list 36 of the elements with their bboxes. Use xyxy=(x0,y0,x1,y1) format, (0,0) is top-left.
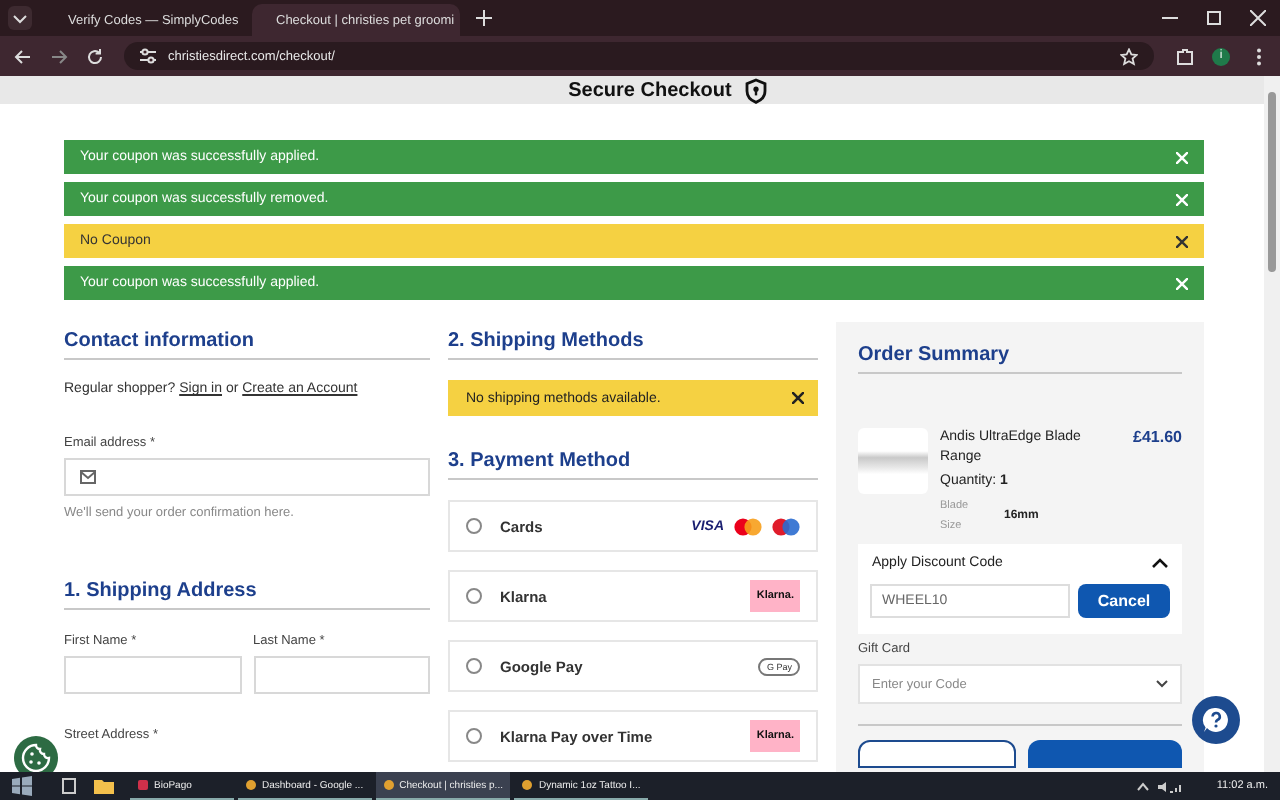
product-image xyxy=(858,428,928,494)
tab-list-icon[interactable] xyxy=(8,6,32,30)
page-title: Secure Checkout xyxy=(566,79,732,101)
last-name-field[interactable] xyxy=(253,656,430,694)
scrollbar[interactable] xyxy=(1264,76,1280,772)
cookie-settings-button[interactable] xyxy=(14,736,58,772)
radio-button[interactable] xyxy=(466,588,482,604)
maestro-logo xyxy=(772,517,800,535)
first-name-field[interactable] xyxy=(64,656,241,694)
section-heading: 3. Payment Method xyxy=(448,450,633,472)
help-button[interactable] xyxy=(1192,696,1240,744)
radio-button[interactable] xyxy=(466,658,482,674)
new-tab-icon[interactable] xyxy=(472,10,496,26)
mastercard-logo xyxy=(734,517,762,535)
radio-button[interactable] xyxy=(466,518,482,534)
site-info-icon[interactable] xyxy=(140,48,156,64)
folder-icon[interactable] xyxy=(94,778,114,794)
task-view-icon[interactable] xyxy=(60,778,78,794)
close-icon[interactable] xyxy=(792,392,804,404)
bookmark-star-icon[interactable] xyxy=(1120,47,1138,65)
radio-button[interactable] xyxy=(466,728,482,744)
chevron-icon xyxy=(1156,680,1168,688)
section-heading: Order Summary xyxy=(858,344,1012,366)
question-icon xyxy=(1202,706,1230,734)
close-icon[interactable] xyxy=(1176,235,1188,247)
section-heading: 2. Shipping Methods xyxy=(448,330,646,352)
section-heading: Contact information xyxy=(64,330,256,352)
email-field[interactable] xyxy=(64,458,430,496)
envelope-icon xyxy=(80,470,96,484)
chevron-icon xyxy=(1152,558,1168,568)
product-price: £41.60 xyxy=(1133,428,1182,450)
start-icon[interactable] xyxy=(12,776,32,796)
outline-button[interactable] xyxy=(858,740,1016,768)
section-heading: 1. Shipping Address xyxy=(64,580,259,602)
shield-lock-icon xyxy=(743,77,768,103)
cancel-button[interactable]: Cancel xyxy=(1078,584,1170,618)
